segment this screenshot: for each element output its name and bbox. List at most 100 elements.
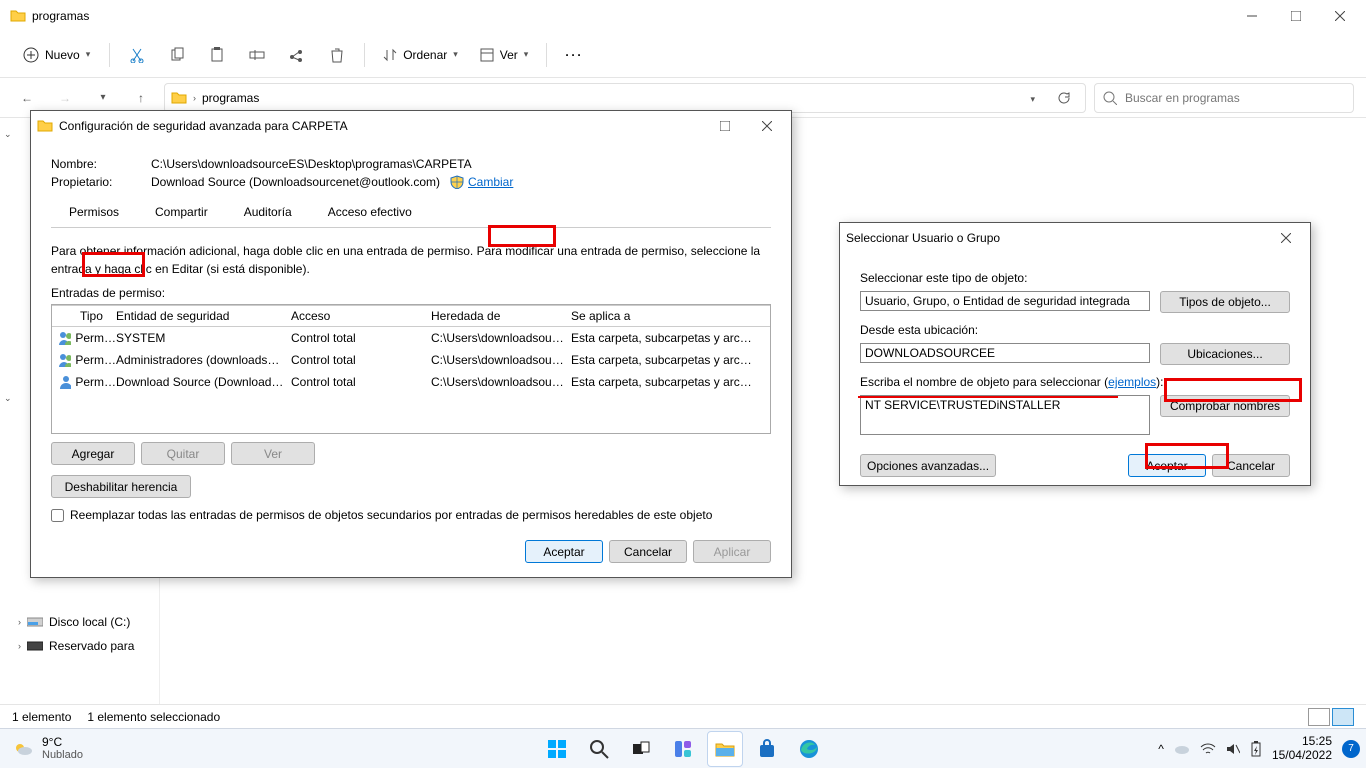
wifi-icon[interactable] [1200,743,1216,755]
task-explorer[interactable] [707,731,743,767]
ok-button[interactable]: Aceptar [525,540,603,563]
view-icons-toggle[interactable] [1332,708,1354,726]
ok-button[interactable]: Aceptar [1128,454,1206,477]
sidebar-item-label: Reservado para [49,639,134,653]
replace-label: Reemplazar todas las entradas de permiso… [70,508,712,522]
folder-icon [171,90,187,106]
layout-icon [480,48,494,62]
delete-button[interactable] [320,38,354,72]
search-input[interactable]: Buscar en programas [1094,83,1354,113]
breadcrumb[interactable]: programas [202,91,259,105]
cut-button[interactable] [120,38,154,72]
weather-temp: 9°C [42,736,83,749]
col-heredada[interactable]: Heredada de [431,309,571,323]
disk-icon [27,640,43,652]
col-entidad[interactable]: Entidad de seguridad [116,309,291,323]
table-row[interactable]: Perm…Download Source (Download…Control t… [52,371,770,393]
new-label: Nuevo [45,48,80,62]
task-taskview[interactable] [623,731,659,767]
advanced-options-button[interactable]: Opciones avanzadas... [860,454,996,477]
disable-inheritance-button[interactable]: Deshabilitar herencia [51,475,191,498]
object-types-button[interactable]: Tipos de objeto... [1160,291,1290,313]
clock[interactable]: 15:25 15/04/2022 [1272,735,1332,763]
close-icon[interactable] [749,111,785,141]
task-edge[interactable] [791,731,827,767]
tab-permisos[interactable]: Permisos [51,199,137,227]
apply-button[interactable]: Aplicar [693,540,771,563]
object-name-input[interactable] [860,395,1150,435]
sidebar-item-reserved[interactable]: › Reservado para [0,634,159,658]
volume-icon[interactable] [1226,742,1240,756]
start-button[interactable] [539,731,575,767]
weather-widget[interactable]: 9°C Nublado [0,736,83,761]
col-tipo[interactable]: Tipo [56,309,116,323]
address-bar[interactable]: › programas ▾ [164,83,1086,113]
remove-button[interactable]: Quitar [141,442,225,465]
entries-list[interactable]: Tipo Entidad de seguridad Acceso Heredad… [51,304,771,434]
location-field[interactable] [860,343,1150,363]
cancel-button[interactable]: Cancelar [1212,454,1290,477]
sort-button[interactable]: Ordenar ▾ [375,44,466,66]
advanced-security-dialog: Configuración de seguridad avanzada para… [30,110,792,578]
replace-checkbox[interactable] [51,509,64,522]
explorer-titlebar: programas [0,0,1366,32]
objtype-field[interactable] [860,291,1150,311]
up-button[interactable]: ↑ [126,83,156,113]
disk-icon [27,616,43,628]
tab-auditoria[interactable]: Auditoría [226,199,310,227]
help-text: Para obtener información adicional, haga… [51,242,771,278]
copy-button[interactable] [160,38,194,72]
view-details-toggle[interactable] [1308,708,1330,726]
onedrive-icon[interactable] [1174,743,1190,755]
view-button[interactable]: Ver ▾ [472,44,537,66]
back-button[interactable]: ← [12,83,42,113]
name-label: Escriba el nombre de objeto para selecci… [860,375,1290,389]
status-count: 1 elemento [12,710,71,724]
close-button[interactable] [1318,1,1362,31]
battery-icon[interactable] [1250,741,1262,757]
taskbar: 9°C Nublado ^ 15:25 15/04/2022 7 [0,728,1366,768]
new-button[interactable]: Nuevo ▾ [14,42,99,68]
task-widgets[interactable] [665,731,701,767]
dialog-title: Seleccionar Usuario o Grupo [846,231,1000,245]
locations-button[interactable]: Ubicaciones... [1160,343,1290,365]
maximize-button[interactable] [1274,1,1318,31]
replace-checkbox-row[interactable]: Reemplazar todas las entradas de permiso… [51,508,771,522]
paste-button[interactable] [200,38,234,72]
add-button[interactable]: Agregar [51,442,135,465]
chevron-right-icon: › [193,93,196,103]
tray-chevron-icon[interactable]: ^ [1158,742,1164,756]
minimize-button[interactable] [1230,1,1274,31]
col-aplica[interactable]: Se aplica a [571,309,771,323]
list-header: Tipo Entidad de seguridad Acceso Heredad… [52,305,770,327]
chevron-down-icon: ▾ [524,49,529,60]
cancel-button[interactable]: Cancelar [609,540,687,563]
plus-circle-icon [23,47,39,63]
view-button[interactable]: Ver [231,442,315,465]
examples-link[interactable]: ejemplos [1108,375,1156,389]
more-button[interactable]: ··· [557,38,591,72]
chevron-down-icon[interactable]: ▾ [88,83,118,113]
col-acceso[interactable]: Acceso [291,309,431,323]
forward-button[interactable]: → [50,83,80,113]
weather-desc: Nublado [42,749,83,761]
maximize-icon[interactable] [707,111,743,141]
task-store[interactable] [749,731,785,767]
task-search[interactable] [581,731,617,767]
tab-compartir[interactable]: Compartir [137,199,226,227]
address-dropdown[interactable]: ▾ [1022,91,1043,105]
tab-acceso-efectivo[interactable]: Acceso efectivo [310,199,430,227]
table-row[interactable]: Perm…Administradores (downloads…Control … [52,349,770,371]
table-row[interactable]: Perm…SYSTEMControl totalC:\Users\downloa… [52,327,770,349]
date: 15/04/2022 [1272,749,1332,763]
close-icon[interactable] [1268,223,1304,253]
change-owner-link[interactable]: Cambiar [468,175,513,189]
refresh-button[interactable] [1049,91,1079,105]
rename-button[interactable] [240,38,274,72]
notification-badge[interactable]: 7 [1342,740,1360,758]
share-button[interactable] [280,38,314,72]
dialog-tabs: Permisos Compartir Auditoría Acceso efec… [51,199,771,227]
sidebar-item-disk[interactable]: › Disco local (C:) [0,610,159,634]
check-names-button[interactable]: Comprobar nombres [1160,395,1290,417]
explorer-toolbar: Nuevo ▾ Ordenar ▾ Ver ▾ ··· [0,32,1366,78]
